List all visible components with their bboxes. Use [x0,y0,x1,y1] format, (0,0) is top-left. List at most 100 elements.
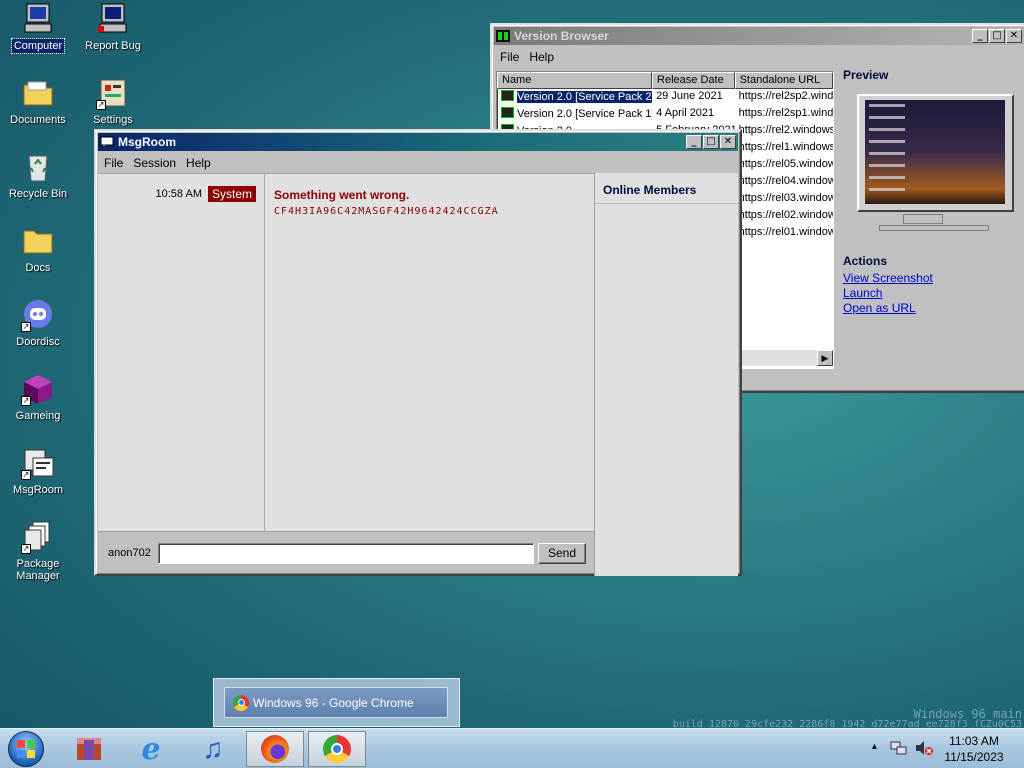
volume-muted-icon[interactable] [914,739,934,760]
close-button[interactable]: ✕ [720,135,736,149]
menu-help[interactable]: Help [525,48,560,66]
taskbar-internet-explorer[interactable]: e [122,731,180,767]
version-name: Version 2.0 [Service Pack 1] [517,108,653,120]
open-as-url-link[interactable]: Open as URL [843,301,1023,316]
version-row[interactable]: Version 2.0 [Service Pack 2] 29 June 2021… [497,89,833,106]
standalone-url-cell: https://rel01.windows96.net [738,226,833,238]
standalone-url-cell: https://rel02.windows96.net [738,209,833,221]
desktop-icon-package-manager[interactable]: ↗ Package Manager [1,520,75,583]
desktop-icon-label: Recycle Bin [8,188,68,200]
menu-file[interactable]: File [496,48,525,66]
horizontal-scrollbar[interactable]: ▶ [741,350,833,366]
desktop-icon-documents[interactable]: Documents [1,76,75,127]
username-label: anon702 [108,547,151,559]
message-body: Something went wrong. CF4H3IA96C42MASGF4… [274,188,499,217]
doordisc-icon: ↗ [21,298,55,332]
send-button[interactable]: Send [538,542,586,564]
internet-explorer-icon: e [141,731,161,767]
report-bug-icon [96,2,130,36]
menu-file[interactable]: File [100,154,129,172]
standalone-url-cell: https://rel2sp2.windows96.net [738,90,833,102]
desktop-icon-docs[interactable]: Docs [1,224,75,275]
desktop-icon-computer[interactable]: Computer [1,2,75,54]
column-header-standalone-url[interactable]: Standalone URL [734,72,833,89]
menu-session[interactable]: Session [129,154,182,172]
desktop-icon-msgroom[interactable]: ↗ MsgRoom [1,446,75,497]
build-watermark: Windows 96 main build 12870 29cfe232 228… [673,707,1022,730]
standalone-url-cell: https://rel1.windows96.net [738,141,833,153]
network-icon[interactable] [890,739,908,760]
version-name: Version 2.0 [Service Pack 2] [517,91,653,103]
window-title: Version Browser [514,29,609,43]
standalone-url-cell: https://rel2.windows96.net [738,124,833,136]
taskbar: e ♫ ▲ 11:03 AM 11/15/2023 [0,728,1024,768]
gameing-icon: ↗ [21,372,55,406]
folder-icon [21,224,55,258]
chrome-icon [323,735,351,763]
maximize-button[interactable]: □ [989,29,1005,43]
desktop-icon-label: Package Manager [16,558,60,582]
clock[interactable]: 11:03 AM 11/15/2023 [938,733,1010,765]
maximize-button[interactable]: □ [703,135,719,149]
message-text: Something went wrong. [274,188,410,202]
folder-icon [21,76,55,110]
version-row[interactable]: Version 2.0 [Service Pack 1] 4 April 2021… [497,106,833,123]
message-time: 10:58 AM [155,188,202,200]
preview-label: Preview [843,68,889,82]
view-screenshot-link[interactable]: View Screenshot [843,271,1023,286]
release-date-cell: 4 April 2021 [656,107,715,119]
taskbar-archive[interactable] [60,731,118,767]
preview-image [843,84,1014,256]
version-row-icon [501,90,514,101]
clock-date: 11/15/2023 [944,750,1004,764]
desktop-icon-doordisc[interactable]: ↗ Doordisc [1,298,75,349]
desktop-icon-label: MsgRoom [12,484,64,496]
computer-icon [21,2,55,36]
recycle-bin-icon [21,150,55,184]
compose-bar: anon702 Send [98,533,594,573]
desktop-icon-label: Settings [93,114,133,126]
actions-list: View Screenshot Launch Open as URL [843,271,1023,316]
standalone-url-cell: https://rel03.windows96.net [738,192,833,204]
version-name-cell: Version 2.0 [Service Pack 1] [497,106,652,123]
desktop-icon-label: Documents [10,114,66,126]
message-input[interactable] [158,542,534,564]
taskbar-chrome[interactable] [308,731,366,767]
desktop-icon-report-bug[interactable]: Report Bug [76,2,150,53]
start-button[interactable] [4,730,48,768]
column-header-release-date[interactable]: Release Date [652,72,735,89]
package-manager-icon: ↗ [21,520,55,554]
menu-help[interactable]: Help [182,154,217,172]
taskbar-firefox[interactable] [246,731,304,767]
message-log-divider [264,174,265,531]
taskbar-preview-title: Windows 96 - Google Chrome [253,695,414,710]
desktop-icon-label: Computer [10,38,66,54]
msgroom-titlebar[interactable]: MsgRoom _ □ ✕ [98,133,738,151]
scroll-right-button[interactable]: ▶ [817,350,833,366]
taskbar-preview-item[interactable]: Windows 96 - Google Chrome [224,687,448,718]
desktop-icon-gameing[interactable]: ↗ Gameing [1,372,75,423]
actions-label: Actions [843,254,888,268]
settings-icon: ↗ [96,76,130,110]
desktop-icon-label: Report Bug [85,40,141,52]
message-log[interactable]: 10:58 AM System Something went wrong. CF… [98,173,594,532]
msgroom-window: MsgRoom _ □ ✕ File Session Help 10:58 AM… [94,129,742,576]
windows96-icon [8,731,44,767]
minimize-button[interactable]: _ [972,29,988,43]
launch-link[interactable]: Launch [843,286,1023,301]
desktop-icon-recycle-bin[interactable]: Recycle Bin [1,150,75,201]
version-browser-titlebar[interactable]: Version Browser _ □ ✕ [494,27,1024,45]
desktop-icon-settings[interactable]: ↗ Settings [76,76,150,127]
chrome-icon [233,694,249,711]
message-code: CF4H3IA96C42MASGF42H9642424CCGZA [274,206,499,217]
version-browser-app-icon [496,30,510,42]
show-hidden-icons-button[interactable]: ▲ [870,741,879,751]
standalone-url-cell: https://rel2sp1.windows96.net [738,107,833,119]
firefox-icon [261,735,289,763]
taskbar-itunes[interactable]: ♫ [184,731,242,767]
window-title: MsgRoom [118,135,176,149]
column-header-name[interactable]: Name [497,72,653,89]
message-meta: 10:58 AM System [155,186,256,202]
close-button[interactable]: ✕ [1006,29,1022,43]
minimize-button[interactable]: _ [686,135,702,149]
